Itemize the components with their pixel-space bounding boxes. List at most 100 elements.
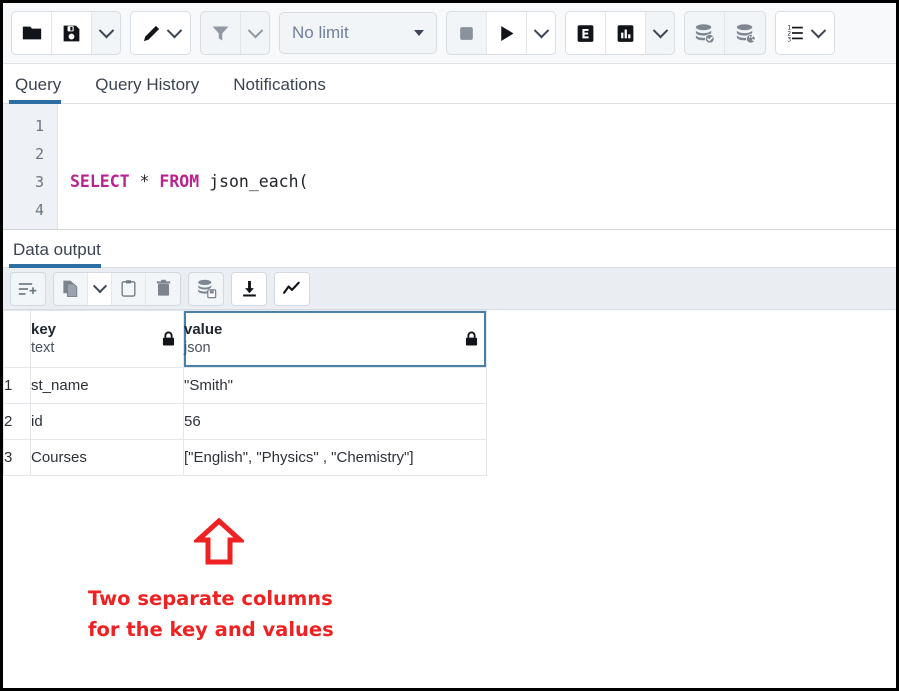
chevron-down-icon [533, 22, 549, 38]
save-data-button[interactable] [189, 273, 223, 305]
macros-button[interactable]: 1 2 3 [776, 12, 834, 54]
lock-icon [162, 332, 175, 347]
main-toolbar: No limit [3, 3, 896, 64]
data-output-toolbar [3, 268, 896, 310]
open-file-button[interactable] [12, 12, 52, 54]
execute-button-group [446, 11, 556, 55]
result-grid-wrapper: key text value json [3, 310, 896, 476]
download-csv-button[interactable] [232, 273, 266, 305]
stop-square-icon [457, 24, 476, 43]
add-row-group [10, 272, 46, 306]
chevron-down-icon [247, 22, 263, 38]
line-number: 5 [3, 224, 57, 230]
cell-value[interactable]: "Smith" [184, 368, 487, 404]
save-file-button[interactable] [52, 12, 92, 54]
save-file-options-button[interactable] [92, 12, 120, 54]
save-data-database-icon [196, 278, 217, 299]
column-header-value-name: value [184, 321, 486, 339]
paste-clipboard-icon [119, 279, 138, 298]
tab-notifications[interactable]: Notifications [227, 75, 340, 103]
filter-button-group [200, 11, 270, 55]
result-grid: key text value json [3, 310, 487, 476]
graph-group [274, 272, 310, 306]
line-number: 1 [3, 112, 57, 140]
chevron-down-icon [92, 279, 106, 293]
edit-button-group [130, 11, 191, 55]
clipboard-group [53, 272, 181, 306]
pencil-edit-icon [141, 22, 163, 44]
code-line-1: SELECT * FROM json_each( [70, 168, 896, 196]
row-number-header [4, 311, 31, 368]
row-number: 2 [4, 404, 31, 440]
rollback-button[interactable] [725, 12, 765, 54]
cell-key[interactable]: Courses [31, 440, 184, 476]
cell-value[interactable]: ["English", "Physics" , "Chemistry"] [184, 440, 487, 476]
tab-data-output[interactable]: Data output [9, 240, 111, 267]
add-row-icon [18, 279, 38, 299]
copy-icon [61, 279, 80, 298]
column-header-value-type: json [184, 339, 486, 357]
commit-button[interactable] [685, 12, 725, 54]
delete-row-button[interactable] [146, 273, 180, 305]
tab-query-label: Query [15, 75, 61, 94]
copy-button[interactable] [54, 273, 88, 305]
explain-options-button[interactable] [646, 12, 674, 54]
rollback-database-undo-icon [734, 22, 757, 45]
graph-visualiser-button[interactable] [275, 273, 309, 305]
column-header-value[interactable]: value json [184, 311, 487, 368]
table-row[interactable]: 2 id 56 [4, 404, 487, 440]
cell-value[interactable]: 56 [184, 404, 487, 440]
save-file-icon [61, 23, 82, 44]
filter-funnel-icon [210, 23, 231, 44]
macros-list-icon: 1 2 3 [786, 23, 808, 43]
line-number: 2 [3, 140, 57, 168]
lock-icon [465, 332, 478, 347]
filter-options-button[interactable] [241, 12, 269, 54]
table-row[interactable]: 3 Courses ["English", "Physics" , "Chemi… [4, 440, 487, 476]
add-row-button[interactable] [11, 273, 45, 305]
explain-analyze-button[interactable] [606, 12, 646, 54]
explain-analyze-chart-icon [615, 23, 636, 44]
chevron-down-icon [98, 22, 114, 38]
execute-options-button[interactable] [527, 12, 555, 54]
save-data-group [188, 272, 224, 306]
copy-options-button[interactable] [88, 273, 112, 305]
row-limit-label: No limit [292, 23, 349, 43]
tab-query-history[interactable]: Query History [89, 75, 213, 103]
tab-query[interactable]: Query [9, 75, 75, 103]
sql-code-area[interactable]: SELECT * FROM json_each( '{"st_name": "S… [58, 104, 896, 229]
paste-button[interactable] [112, 273, 146, 305]
download-arrow-icon [240, 279, 259, 298]
chevron-down-icon [167, 22, 183, 38]
grid-header-row: key text value json [4, 311, 487, 368]
macros-button-group: 1 2 3 [775, 11, 835, 55]
up-arrow-icon [194, 518, 244, 566]
explain-button[interactable] [566, 12, 606, 54]
execute-button[interactable] [487, 12, 527, 54]
filter-button[interactable] [201, 12, 241, 54]
cell-key[interactable]: id [31, 404, 184, 440]
sql-editor[interactable]: 1 2 3 4 5 SELECT * FROM json_each( '{"st… [3, 104, 896, 230]
edit-button[interactable] [131, 12, 190, 54]
row-number: 3 [4, 440, 31, 476]
commit-database-check-icon [693, 22, 716, 45]
tab-query-history-label: Query History [95, 75, 199, 94]
file-button-group [11, 11, 121, 55]
chevron-down-icon [811, 22, 827, 38]
line-number: 3 [3, 168, 57, 196]
column-header-key[interactable]: key text [31, 311, 184, 368]
transaction-button-group [684, 11, 766, 55]
table-row[interactable]: 1 st_name "Smith" [4, 368, 487, 404]
download-group [231, 272, 267, 306]
output-tabbar: Data output [3, 230, 896, 268]
row-limit-select[interactable]: No limit [279, 12, 437, 54]
stop-button[interactable] [447, 12, 487, 54]
tab-notifications-label: Notifications [233, 75, 326, 94]
open-file-icon [21, 22, 43, 44]
column-header-key-type: text [31, 339, 183, 357]
row-number: 1 [4, 368, 31, 404]
chevron-down-icon [652, 22, 668, 38]
cell-key[interactable]: st_name [31, 368, 184, 404]
explain-e-icon [575, 23, 596, 44]
column-header-key-name: key [31, 321, 183, 339]
